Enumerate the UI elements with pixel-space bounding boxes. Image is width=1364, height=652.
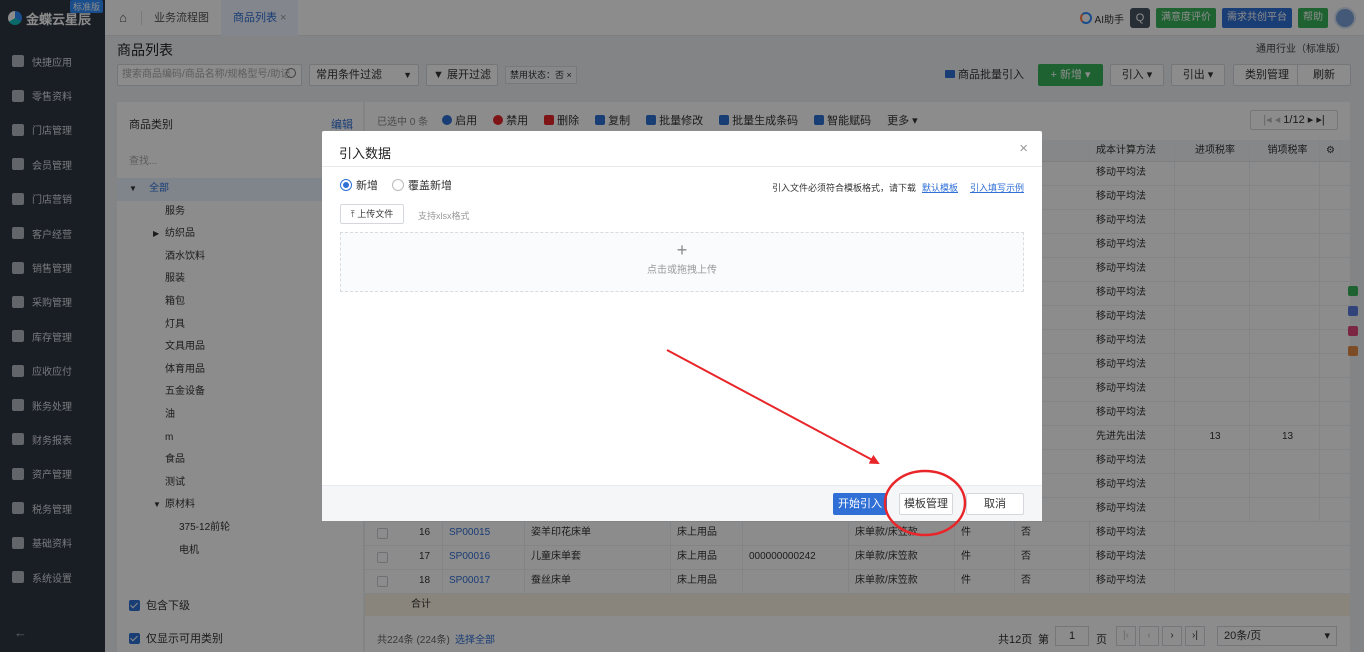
fill-example-link[interactable]: 引入填写示例 [970,183,1024,193]
upload-file-button[interactable]: ⤒ 上传文件 [340,204,404,224]
template-management-button[interactable]: 模板管理 [899,493,953,515]
radio-new-label: 新增 [356,180,378,192]
dialog-header: 引入数据 × [322,131,1042,167]
radio-checked-icon [340,179,352,191]
dropzone-text: 点击或拖拽上传 [647,265,717,276]
close-icon[interactable]: × [1019,140,1028,157]
plus-icon: + [676,240,688,260]
dialog-footer: 开始引入 模板管理 取消 [322,485,1042,521]
import-data-dialog: 引入数据 × 新增 覆盖新增 引入文件必须符合模板格式，请下载 默认模板 引入填写示… [322,131,1042,521]
cancel-button[interactable]: 取消 [966,493,1024,515]
import-mode-group: 新增 覆盖新增 [340,177,452,193]
start-import-button[interactable]: 开始引入 [833,493,887,515]
file-dropzone[interactable]: + 点击或拖拽上传 [340,232,1024,292]
template-hint: 引入文件必须符合模板格式，请下载 默认模板 引入填写示例 [772,181,1024,194]
radio-new[interactable]: 新增 [340,177,378,193]
default-template-link[interactable]: 默认模板 [922,183,958,193]
radio-unchecked-icon [392,179,404,191]
template-hint-text: 引入文件必须符合模板格式，请下载 [771,183,916,193]
upload-hint: 支持xlsx格式 [418,211,470,221]
radio-overwrite-label: 覆盖新增 [408,180,452,192]
radio-overwrite[interactable]: 覆盖新增 [392,177,452,193]
upload-label: 上传文件 [357,209,394,219]
dialog-title: 引入数据 [339,146,392,161]
